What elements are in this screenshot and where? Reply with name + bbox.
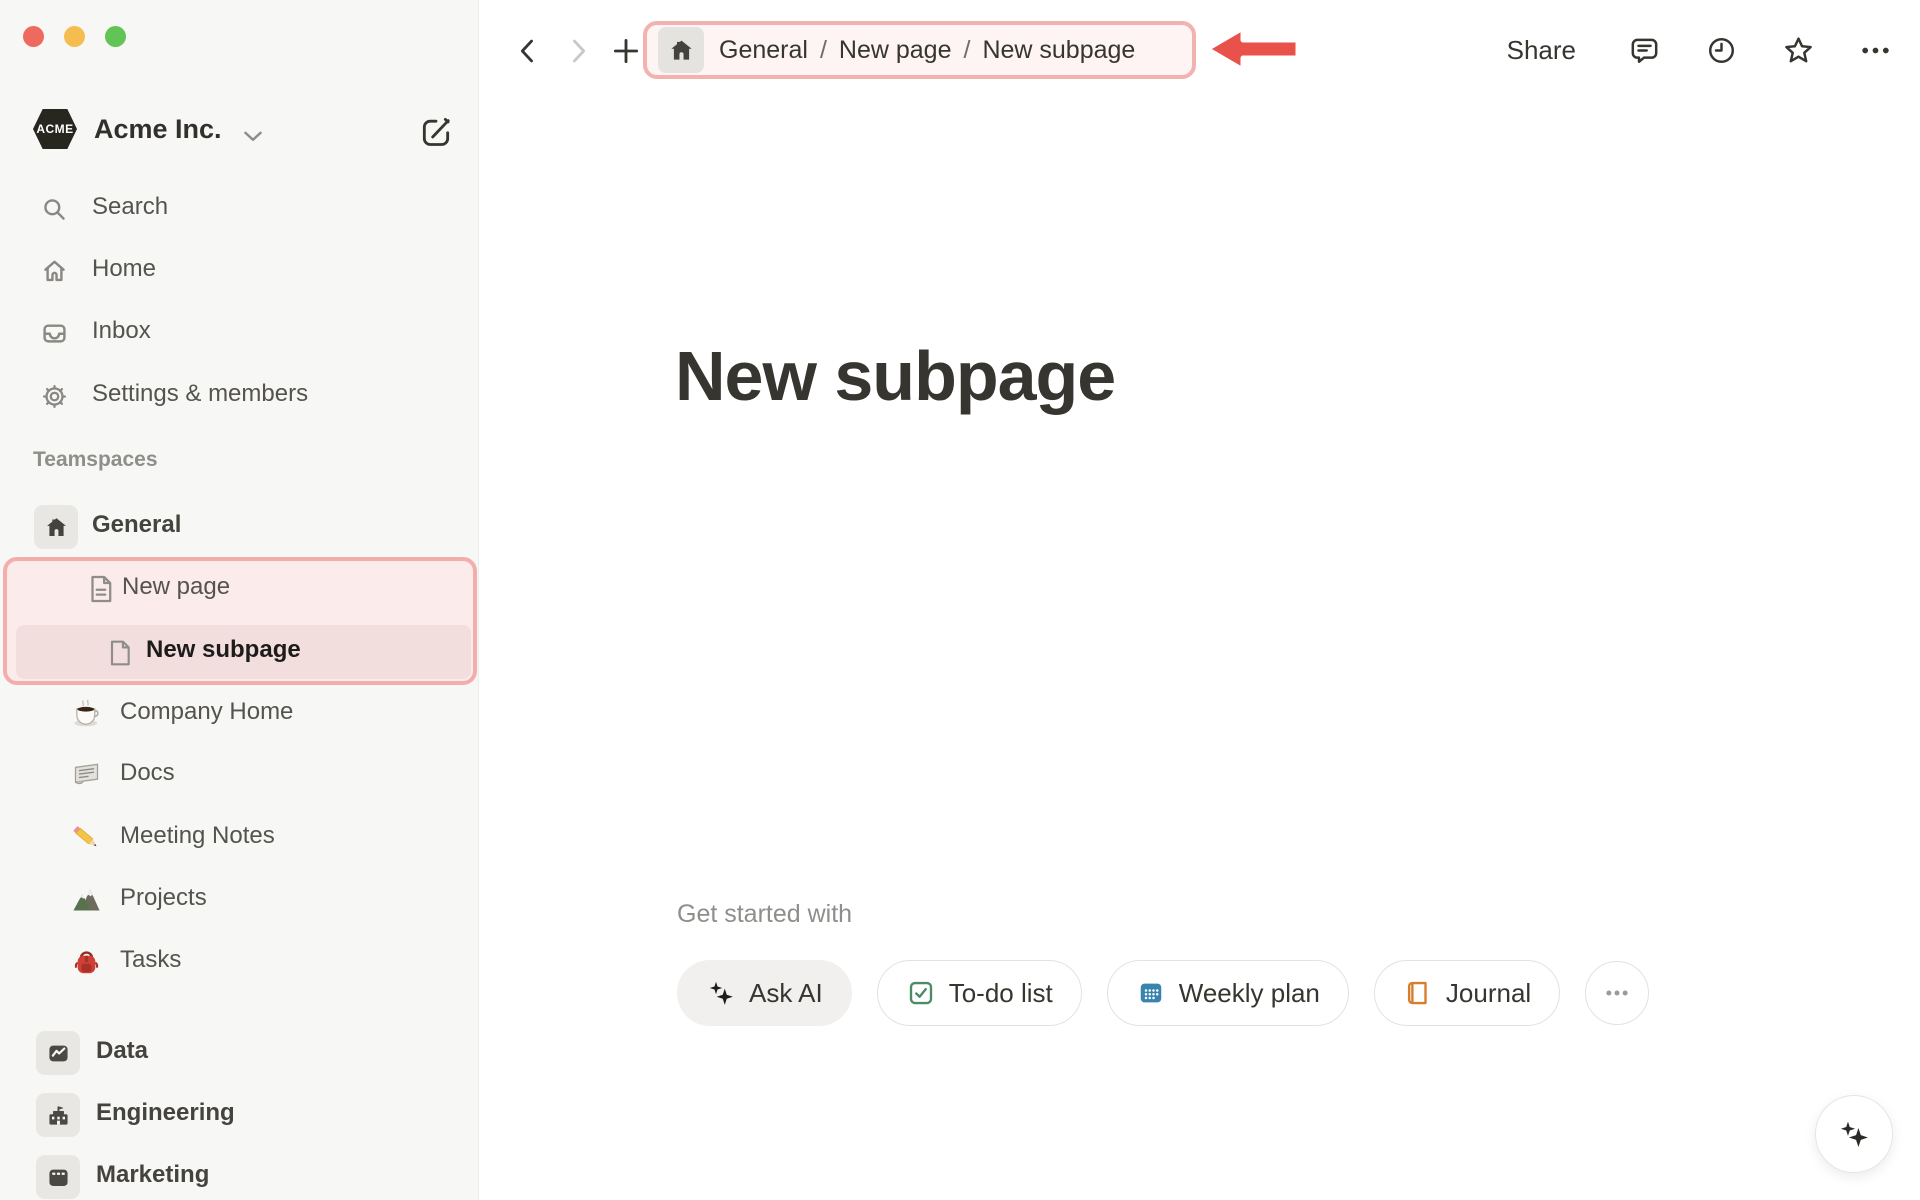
document-icon bbox=[91, 575, 112, 603]
action-label: Weekly plan bbox=[1178, 977, 1320, 1008]
sidebar-item-label: Company Home bbox=[120, 698, 294, 725]
sidebar-item-search[interactable]: Search bbox=[0, 184, 479, 234]
breadcrumb-item-new-page[interactable]: New page bbox=[839, 36, 952, 65]
sidebar-item-marketing[interactable]: Marketing bbox=[0, 1152, 479, 1200]
sidebar-item-general[interactable]: General bbox=[0, 502, 479, 552]
search-icon bbox=[44, 199, 65, 220]
sidebar-item-label: Data bbox=[96, 1037, 149, 1064]
workspace-switcher[interactable]: ACME Acme Inc. bbox=[0, 105, 478, 159]
teamspaces-section-label: Teamspaces bbox=[33, 448, 158, 471]
breadcrumb-separator: / bbox=[819, 35, 827, 64]
sidebar-item-engineering[interactable]: Engineering bbox=[0, 1090, 479, 1140]
acme-hexagon-logo: ACME bbox=[33, 109, 77, 149]
sidebar-item-label: Engineering bbox=[96, 1099, 235, 1126]
sidebar-item-new-subpage[interactable]: New subpage bbox=[0, 627, 479, 677]
sidebar-item-home[interactable]: Home bbox=[0, 246, 479, 296]
newspaper-icon bbox=[74, 763, 99, 785]
topbar: General / New page / New subpage Share bbox=[479, 0, 1920, 100]
sidebar-item-label: General bbox=[92, 511, 182, 538]
journal-button[interactable]: Journal bbox=[1373, 960, 1561, 1026]
backpack-icon bbox=[74, 951, 99, 974]
pencil-icon bbox=[73, 826, 97, 847]
blank-page-icon bbox=[110, 640, 130, 666]
workspace-name: Acme Inc. bbox=[94, 114, 222, 144]
weekly-plan-button[interactable]: Weekly plan bbox=[1106, 960, 1349, 1026]
mountain-icon bbox=[73, 889, 100, 911]
sidebar-item-new-page[interactable]: New page bbox=[0, 564, 479, 614]
house-badge-icon bbox=[34, 505, 78, 549]
breadcrumb-item-new-subpage[interactable]: New subpage bbox=[982, 36, 1135, 65]
forward-chevron-icon[interactable] bbox=[561, 34, 595, 68]
history-clock-icon[interactable] bbox=[1705, 34, 1738, 67]
sidebar-item-label: Marketing bbox=[96, 1161, 210, 1188]
breadcrumb[interactable]: General / New page / New subpage bbox=[643, 21, 1196, 79]
action-label: Journal bbox=[1445, 977, 1532, 1008]
sidebar-item-label: Tasks bbox=[120, 946, 182, 973]
compose-icon[interactable] bbox=[416, 112, 456, 152]
sidebar-item-tasks[interactable]: Tasks bbox=[0, 937, 479, 987]
inbox-icon bbox=[43, 324, 66, 343]
get-started-actions: Ask AI To-do list Weekly plan Journal bbox=[677, 960, 1650, 1026]
sidebar-item-settings[interactable]: Settings & members bbox=[0, 371, 479, 421]
zoom-window-button[interactable] bbox=[105, 26, 126, 47]
board-badge-icon bbox=[36, 1155, 80, 1199]
sidebar-item-label: New page bbox=[122, 573, 231, 600]
more-ellipsis-icon[interactable] bbox=[1859, 34, 1892, 67]
sidebar-item-label: Inbox bbox=[92, 317, 151, 344]
sidebar-item-meeting-notes[interactable]: Meeting Notes bbox=[0, 813, 479, 863]
coffee-icon bbox=[74, 699, 99, 727]
plus-icon[interactable] bbox=[609, 34, 643, 68]
favorite-star-icon[interactable] bbox=[1782, 34, 1815, 67]
chevron-down-icon bbox=[244, 131, 262, 141]
ellipsis-icon bbox=[1606, 990, 1628, 996]
sidebar-item-label: Projects bbox=[120, 884, 207, 911]
journal-book-icon bbox=[1407, 981, 1427, 1005]
breadcrumb-item-general[interactable]: General bbox=[719, 36, 808, 65]
home-icon bbox=[44, 260, 65, 282]
ask-ai-button[interactable]: Ask AI bbox=[677, 960, 852, 1026]
school-badge-icon bbox=[36, 1093, 80, 1137]
sidebar-item-data[interactable]: Data bbox=[0, 1028, 479, 1078]
chart-badge-icon bbox=[36, 1031, 80, 1075]
breadcrumb-separator: / bbox=[963, 35, 971, 64]
minimize-window-button[interactable] bbox=[64, 26, 85, 47]
action-label: Ask AI bbox=[749, 977, 823, 1008]
sidebar-item-label: Docs bbox=[120, 759, 175, 786]
more-templates-button[interactable] bbox=[1585, 961, 1650, 1025]
main-content: General / New page / New subpage Share N… bbox=[479, 0, 1920, 1200]
sidebar-item-label: Meeting Notes bbox=[120, 822, 275, 849]
sidebar-item-label: Settings & members bbox=[92, 380, 309, 407]
red-arrow-annotation bbox=[1204, 25, 1301, 73]
app-window: ACME Acme Inc. Search Home Inbox Setting… bbox=[0, 0, 1920, 1200]
sidebar-item-company-home[interactable]: Company Home bbox=[0, 689, 479, 739]
gear-icon bbox=[42, 384, 67, 409]
sidebar: ACME Acme Inc. Search Home Inbox Setting… bbox=[0, 0, 479, 1200]
ai-assistant-button[interactable] bbox=[1815, 1095, 1893, 1173]
window-controls bbox=[23, 26, 126, 47]
sidebar-item-docs[interactable]: Docs bbox=[0, 750, 479, 800]
ai-sparkles-icon bbox=[1840, 1121, 1868, 1147]
action-label: To-do list bbox=[948, 977, 1053, 1008]
close-window-button[interactable] bbox=[23, 26, 44, 47]
share-button[interactable]: Share bbox=[1507, 35, 1576, 66]
sparkles-icon bbox=[709, 981, 733, 1005]
get-started-label: Get started with bbox=[677, 900, 853, 928]
sidebar-item-projects[interactable]: Projects bbox=[0, 875, 479, 925]
sidebar-item-label: New subpage bbox=[146, 636, 301, 663]
todo-list-button[interactable]: To-do list bbox=[876, 960, 1082, 1026]
back-chevron-icon[interactable] bbox=[511, 34, 545, 68]
calendar-icon bbox=[1140, 983, 1161, 1003]
todo-checkbox-icon bbox=[909, 981, 932, 1005]
page-title[interactable]: New subpage bbox=[675, 336, 1116, 416]
sidebar-item-label: Home bbox=[92, 255, 157, 282]
sidebar-item-inbox[interactable]: Inbox bbox=[0, 308, 479, 358]
sidebar-item-label: Search bbox=[92, 193, 169, 220]
home-badge-icon bbox=[658, 27, 704, 73]
comment-icon[interactable] bbox=[1628, 34, 1661, 67]
